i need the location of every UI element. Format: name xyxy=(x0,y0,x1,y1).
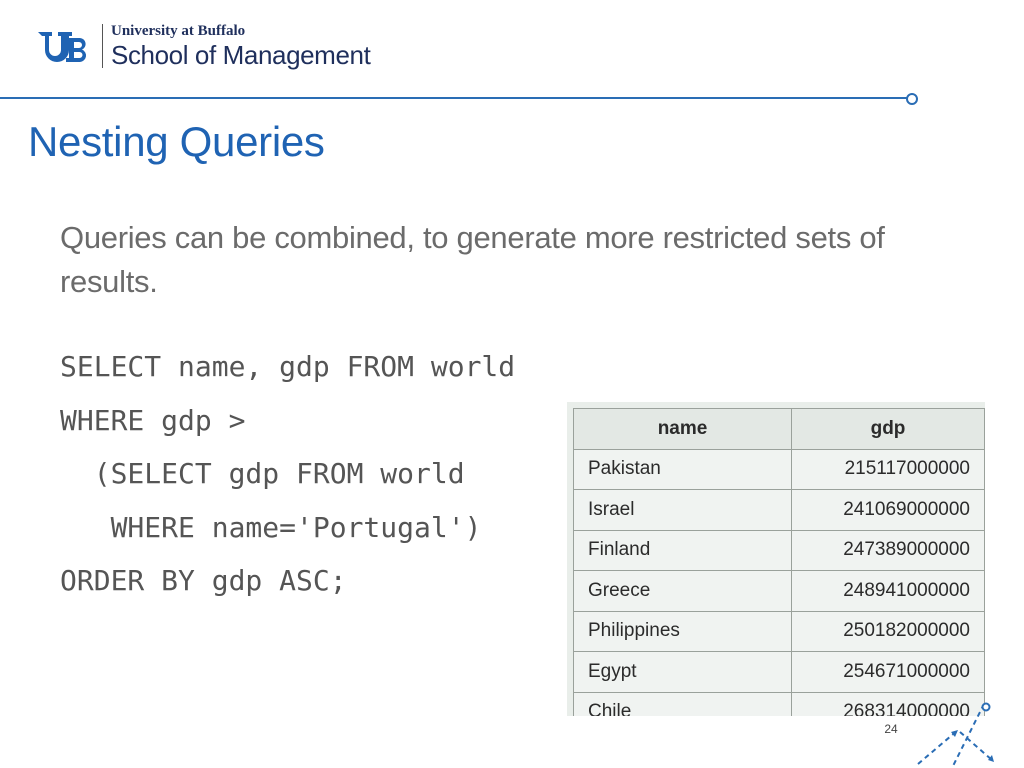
header-rule xyxy=(0,97,908,99)
column-header-name: name xyxy=(572,408,793,450)
cell-name: Israel xyxy=(572,489,793,531)
code-line: WHERE name='Portugal') xyxy=(60,510,482,544)
result-table: name gdp Pakistan 215117000000 Israel 24106… xyxy=(572,408,985,716)
cell-name: Pakistan xyxy=(572,448,793,490)
column-header-gdp: gdp xyxy=(791,408,985,450)
logo-school: School of Management xyxy=(111,40,371,70)
cell-name: Philippines xyxy=(572,610,793,652)
table-row: Finland 247389000000 xyxy=(572,529,985,571)
logo-university: University at Buffalo xyxy=(111,23,246,39)
logo-divider xyxy=(102,24,103,68)
table-row: Egypt 254671000000 xyxy=(572,651,985,693)
ub-logo: University at Buffalo School of Manageme… xyxy=(36,22,371,70)
cell-gdp: 215117000000 xyxy=(791,448,985,490)
table-header-row: name gdp xyxy=(572,408,985,450)
cell-gdp: 250182000000 xyxy=(791,610,985,652)
page-title: Nesting Queries xyxy=(28,118,325,165)
code-line: WHERE gdp > xyxy=(60,403,246,437)
sql-code-block: SELECT name, gdp FROM world WHERE gdp > (… xyxy=(60,340,515,608)
cell-name: Egypt xyxy=(572,651,793,693)
corner-arrows-decoration xyxy=(917,702,994,768)
table-row: Israel 241069000000 xyxy=(572,489,985,531)
code-line: SELECT name, gdp FROM world xyxy=(60,350,516,383)
table-body: Pakistan 215117000000 Israel 241069000000 Fi… xyxy=(572,448,985,716)
cell-gdp: 247389000000 xyxy=(791,529,985,571)
table-row: Pakistan 215117000000 xyxy=(572,448,985,490)
cell-gdp: 254671000000 xyxy=(791,651,985,693)
result-table-screenshot: name gdp Pakistan 215117000000 Israel 24106… xyxy=(567,402,985,716)
cell-gdp: 248941000000 xyxy=(791,570,985,612)
ub-logo-icon xyxy=(38,32,87,62)
table-row: Greece 248941000000 xyxy=(572,570,985,612)
code-line: (SELECT gdp FROM world xyxy=(60,457,465,490)
cell-name: Chile xyxy=(572,691,793,716)
code-line: ORDER BY gdp ASC; xyxy=(60,564,347,597)
intro-text: Queries can be combined, to generate mor… xyxy=(60,220,885,299)
cell-name: Finland xyxy=(572,529,793,571)
logo-wordmark: University at Buffalo School of Manageme… xyxy=(111,22,371,70)
cell-name: Greece xyxy=(572,570,793,612)
table-row: Philippines 250182000000 xyxy=(572,610,985,652)
cell-gdp: 241069000000 xyxy=(791,489,985,531)
header-rule-end xyxy=(906,93,918,105)
